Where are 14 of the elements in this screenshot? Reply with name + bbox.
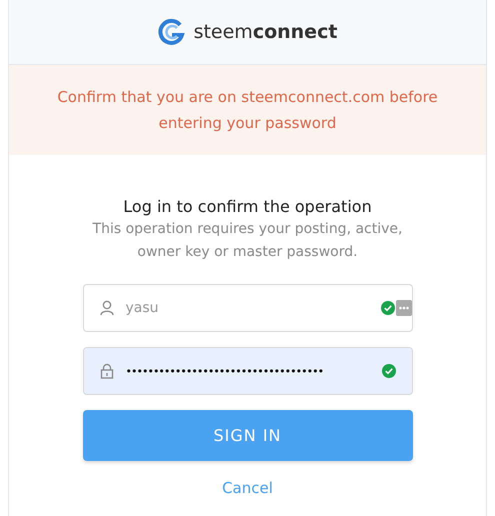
password-field[interactable]: •••••••••••••••••••••••••••••••••••• <box>82 347 412 395</box>
logo-text: steemconnect <box>194 21 338 43</box>
logo-icon <box>158 18 186 46</box>
form-subtitle: This operation requires your posting, active, owner key or master password. <box>92 220 404 262</box>
lock-icon <box>100 363 114 379</box>
password-manager-icon[interactable] <box>396 300 412 316</box>
form-title: Log in to confirm the operation <box>123 197 372 216</box>
field-value: yasu <box>126 300 160 316</box>
field-value: •••••••••••••••••••••••••••••••••••• <box>126 364 324 378</box>
cancel-link[interactable]: Cancel <box>222 479 273 497</box>
sign-in-button[interactable]: SIGN IN <box>82 410 412 461</box>
warning-text: Confirm that you are on steemconnect.com before entering your password <box>56 87 439 134</box>
username-field[interactable]: yasu <box>82 284 412 332</box>
user-icon <box>100 300 114 316</box>
